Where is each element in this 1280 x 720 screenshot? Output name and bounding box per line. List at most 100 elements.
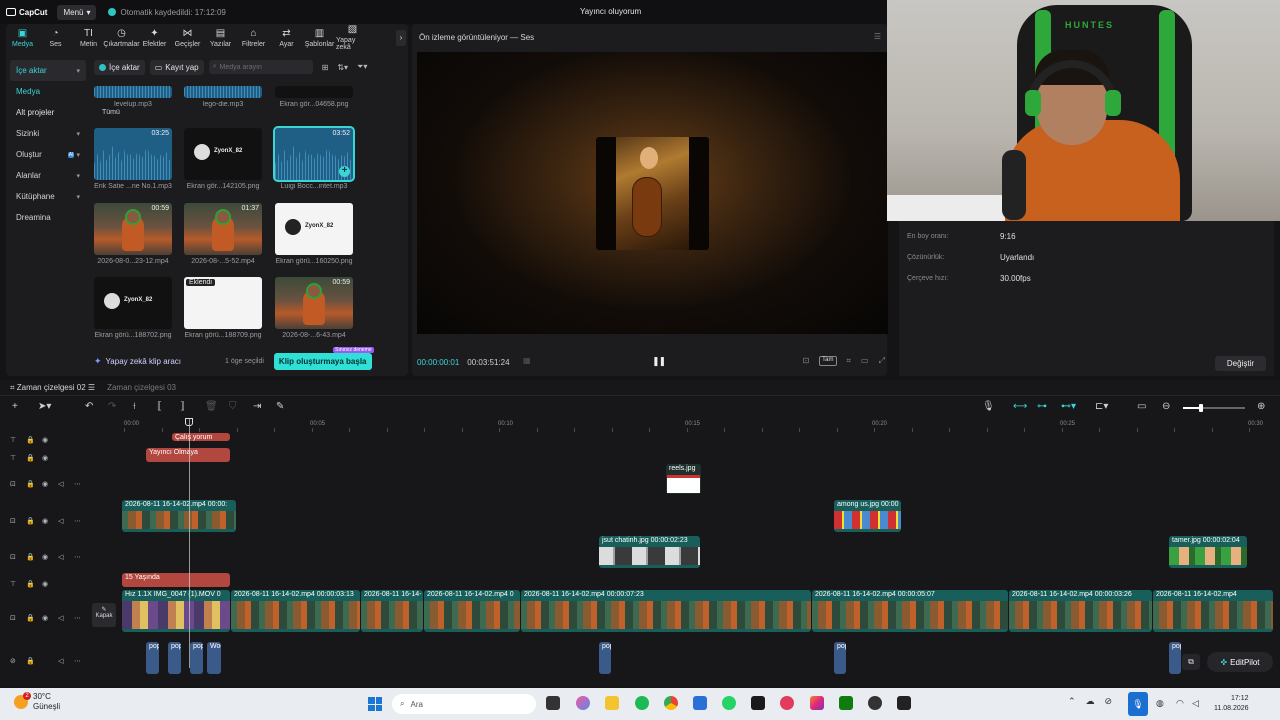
toolbar-captions[interactable]: ▤ Yazılar [204, 24, 237, 52]
sort-icon[interactable]: ⇅▾ [337, 63, 348, 72]
lock-icon[interactable]: 🔒 [26, 614, 35, 622]
text-track-icon[interactable]: ⊤ [10, 436, 18, 444]
media-item[interactable]: ZyonX_82 Ekran gör...142105.png [184, 128, 262, 190]
sidebar-item-3[interactable]: Sizinki ▾ [10, 123, 86, 144]
timeline-ruler[interactable]: 00:00 00:05 00:10 00:15 00:20 00:25 00:30 [120, 418, 1280, 432]
media-item[interactable]: Ekran gör...04658.png [275, 86, 353, 108]
video-clip[interactable]: 2026-08-11 16-14-02.mp4 00:00: [122, 500, 236, 532]
sidebar-item-2[interactable]: Alt projeler [10, 102, 86, 123]
draw-icon[interactable]: ✎ [276, 401, 284, 412]
toolbar-transitions[interactable]: ⋈ Geçişler [171, 24, 204, 52]
taskbar-search[interactable]: ⌕ Ara [392, 694, 536, 714]
shield-icon[interactable]: ⛉ [229, 401, 237, 412]
capcut-active-icon[interactable] [897, 696, 911, 710]
media-item[interactable]: 00:59 2026-08-...6-43.mp4 [275, 277, 353, 339]
link-main-track-icon[interactable]: ⟷ [1013, 401, 1027, 412]
spotify-icon[interactable] [635, 696, 649, 710]
audio-clip[interactable]: pop [146, 642, 159, 674]
media-search[interactable]: ⌕ [208, 60, 313, 74]
fit-icon[interactable]: ⌗ [847, 356, 852, 366]
pause-icon[interactable]: ❚❚ [652, 356, 666, 367]
mute-icon[interactable]: ◁ [58, 517, 66, 525]
eye-icon[interactable]: ◉ [42, 553, 50, 561]
main-track-clip[interactable]: Hız 1.1X IMG_0047 (1).MOV 0 [122, 590, 230, 632]
eye-icon[interactable]: ◉ [42, 454, 50, 462]
toolbar-text[interactable]: TI Metin [72, 24, 105, 52]
select-tool-icon[interactable]: ➤▾ [38, 401, 51, 412]
ai-clip-tool-button[interactable]: ✦ Yapay zekâ klip aracı [94, 356, 181, 367]
zoom-slider[interactable] [1183, 404, 1245, 412]
add-track-icon[interactable]: + [12, 401, 18, 412]
filter-icon[interactable]: ⏷▾ [357, 62, 367, 72]
audio-clip[interactable]: pop [1169, 642, 1181, 674]
toolbar-more-button[interactable]: › [396, 30, 406, 46]
preview-axis-icon[interactable]: ⊏▾ [1095, 401, 1108, 412]
toolbar-ai[interactable]: ▧ Yapay zekâ [336, 24, 369, 52]
volume-icon[interactable]: ◁ [1192, 698, 1199, 709]
copilot-icon[interactable] [576, 696, 590, 710]
audio-clip[interactable]: Woo [207, 642, 221, 674]
record-button[interactable]: ▭ Kayıt yap [149, 59, 204, 75]
network-off-icon[interactable]: ⊘ [1105, 696, 1113, 707]
image-clip[interactable]: reels.jpg [666, 464, 701, 494]
chevron-up-icon[interactable]: ⌃ [1068, 696, 1076, 707]
image-clip[interactable]: tamer.jpg 00:00:02:04 [1169, 536, 1247, 568]
resolution-icon[interactable]: ▭ [861, 356, 869, 366]
toolbar-media[interactable]: ▣ Medya [6, 24, 39, 52]
microphone-active-icon[interactable]: 🎙 [1128, 692, 1148, 716]
record-audio-icon[interactable]: 🎙 [982, 401, 995, 412]
more-icon[interactable]: ⋯ [74, 657, 82, 665]
eye-icon[interactable]: ◉ [42, 580, 50, 588]
media-item[interactable]: 00:59 2026-08-0...23-12.mp4 [94, 203, 172, 265]
weather-widget[interactable]: 2 30°C Güneşli [14, 692, 60, 712]
lock-icon[interactable]: 🔒 [26, 553, 35, 561]
main-track-clip[interactable]: 2026-08-11 16-14-02.mp4 [1153, 590, 1273, 632]
opera-icon[interactable] [780, 696, 794, 710]
all-filter-label[interactable]: Tümü [102, 109, 120, 116]
preview-menu-icon[interactable]: ☰ [874, 32, 881, 41]
mute-icon[interactable]: ◁ [58, 553, 66, 561]
audio-clip[interactable]: pop [168, 642, 181, 674]
chrome-icon[interactable] [664, 696, 678, 710]
text-clip[interactable]: Yayıncı Olmaya [146, 448, 230, 462]
tab-timeline-02[interactable]: ⌗ Zaman çizelgesi 02 ☰ [10, 383, 95, 393]
link-clips-icon[interactable]: ⊷▾ [1061, 401, 1076, 412]
start-clip-button[interactable]: Klip oluşturmaya başla Sınırsız deneme [273, 346, 374, 370]
media-item[interactable]: 03:25 Erik Satie ...ne No.1.mp3 [94, 128, 172, 190]
text-track-icon[interactable]: ⊤ [10, 580, 18, 588]
delete-icon[interactable]: 🗑 [205, 401, 218, 412]
toolbar-effects[interactable]: ✦ Efektler [138, 24, 171, 52]
media-item[interactable]: ZyonX_82 Ekran görü...188702.png [94, 277, 172, 339]
sidebar-item-1[interactable]: Medya [10, 81, 86, 102]
media-item[interactable]: Eklendi Ekran görü...188709.png [184, 277, 262, 339]
whatsapp-icon[interactable] [722, 696, 736, 710]
toolbar-templates[interactable]: ▥ Şablonlar [303, 24, 336, 52]
split-icon[interactable]: ⟊ [133, 401, 136, 412]
toolbar-audio[interactable]: ◔ Ses [39, 24, 72, 52]
instagram-icon[interactable] [810, 696, 824, 710]
cover-button[interactable]: ✎ Kapak [92, 603, 116, 627]
mute-icon[interactable]: ◁ [58, 480, 66, 488]
text-clip[interactable]: Çalış yorum [172, 433, 230, 441]
split-right-icon[interactable]: ⟧ [180, 401, 185, 412]
eye-icon[interactable]: ◉ [42, 436, 50, 444]
text-track-icon[interactable]: ⊤ [10, 454, 18, 462]
xbox-icon[interactable] [839, 696, 853, 710]
image-clip[interactable]: jsut chatinh.jpg 00:00:02:23 [599, 536, 700, 568]
preview-canvas[interactable] [417, 52, 888, 334]
cloud-icon[interactable]: ☁ [1086, 696, 1095, 707]
main-track-clip[interactable]: 2026-08-11 16-14-02.mp4 00:00:05:07 [812, 590, 1008, 632]
split-left-icon[interactable]: ⟦ [157, 401, 162, 412]
image-clip[interactable]: among us.jpg 00:00 [834, 500, 901, 532]
freeze-icon[interactable]: ⇥ [253, 401, 261, 412]
lock-icon[interactable]: 🔒 [26, 454, 35, 462]
playhead[interactable] [189, 418, 190, 668]
lock-icon[interactable]: 🔒 [26, 657, 35, 665]
sidebar-item-6[interactable]: Kütüphane ▾ [10, 186, 86, 207]
store-icon[interactable] [693, 696, 707, 710]
mute-icon[interactable]: ◁ [58, 657, 66, 665]
more-icon[interactable]: ⋯ [74, 517, 82, 525]
sidebar-item-5[interactable]: Alanlar ▾ [10, 165, 86, 186]
lock-icon[interactable]: 🔒 [26, 436, 35, 444]
change-button[interactable]: Değiştir [1214, 356, 1266, 371]
